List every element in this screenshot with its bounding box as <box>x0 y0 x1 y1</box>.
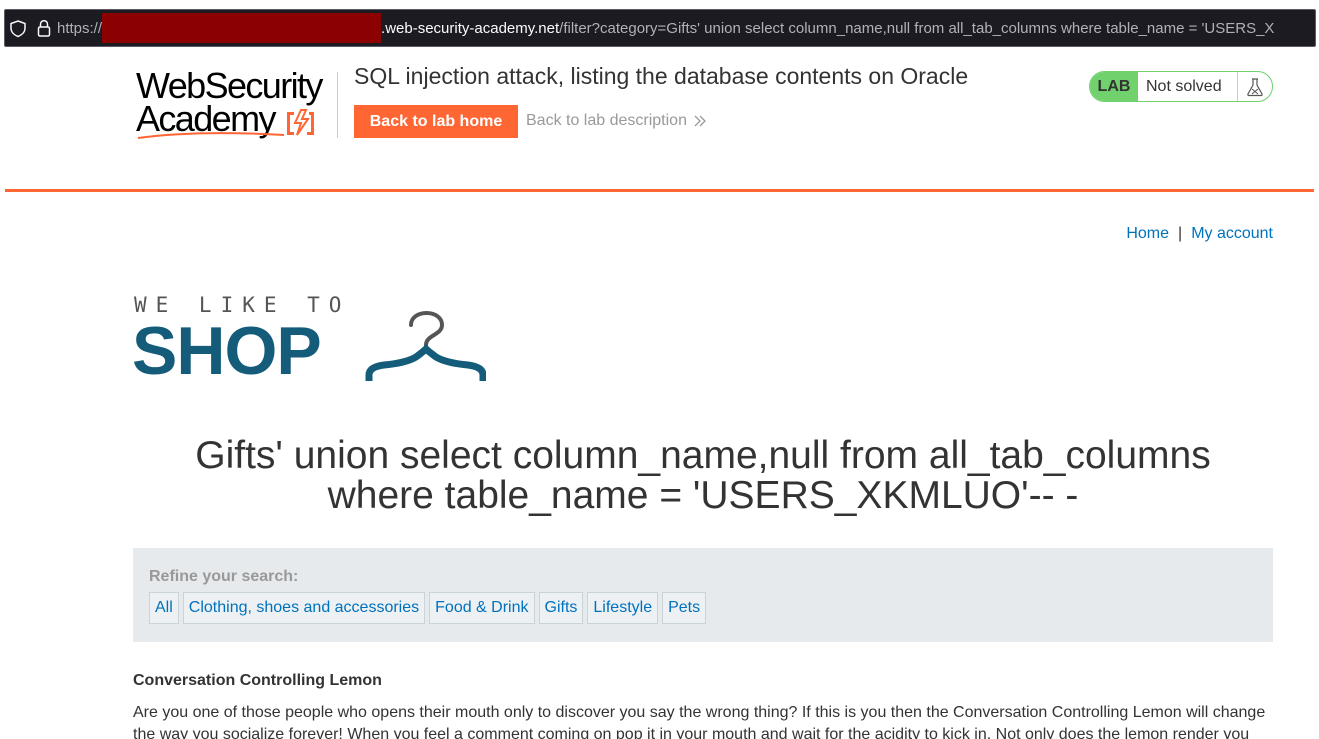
home-link[interactable]: Home <box>1126 225 1169 242</box>
clothes-hanger-icon <box>365 311 486 381</box>
lightning-bolt-icon <box>287 109 314 136</box>
category-heading-line-1: Gifts' union select column_name,null fro… <box>195 434 1211 477</box>
double-chevron-right-icon <box>694 115 706 127</box>
header-divider <box>337 72 338 138</box>
category-food-drink[interactable]: Food & Drink <box>429 592 535 624</box>
shop-logo[interactable]: WE LIKE TO SHOP <box>132 293 492 389</box>
url-scheme: https:// <box>57 19 103 37</box>
lock-icon[interactable] <box>31 10 57 46</box>
browser-url-bar[interactable]: https:// .web-security-academy.net /filt… <box>4 9 1316 47</box>
back-to-lab-home-button[interactable]: Back to lab home <box>354 105 518 138</box>
flask-icon <box>1237 72 1272 101</box>
shop-logo-word: SHOP <box>132 313 322 389</box>
category-pets[interactable]: Pets <box>662 592 707 624</box>
my-account-link[interactable]: My account <box>1191 225 1273 242</box>
category-all[interactable]: All <box>149 592 179 624</box>
url-text[interactable]: https:// .web-security-academy.net /filt… <box>57 13 1274 43</box>
category-filter: Refine your search: All Clothing, shoes … <box>133 548 1273 642</box>
category-gifts[interactable]: Gifts <box>538 592 584 624</box>
product-description: Are you one of those people who opens th… <box>133 704 1266 739</box>
refine-search-label: Refine your search: <box>149 568 299 585</box>
product-title: Conversation Controlling Lemon <box>133 672 382 689</box>
shield-icon[interactable] <box>5 10 31 46</box>
lab-title: SQL injection attack, listing the databa… <box>354 63 969 89</box>
category-heading-line-2: where table_name = 'USERS_XKMLUO'-- - <box>327 474 1079 517</box>
lab-status-text: Not solved <box>1146 77 1222 95</box>
back-to-lab-description-link[interactable]: Back to lab description <box>526 112 707 130</box>
header-orange-rule <box>5 189 1314 192</box>
url-path: /filter?category=Gifts' union select col… <box>559 19 1275 37</box>
lab-status-widget: LAB Not solved <box>1089 71 1273 102</box>
category-list: All Clothing, shoes and accessories Food… <box>149 592 707 624</box>
category-lifestyle[interactable]: Lifestyle <box>587 592 659 624</box>
nav-separator: | <box>1178 225 1183 242</box>
redacted-subdomain <box>102 13 382 43</box>
shop-top-nav: Home | My account <box>1126 225 1273 243</box>
lab-badge: LAB <box>1090 72 1138 101</box>
category-clothing[interactable]: Clothing, shoes and accessories <box>182 592 426 624</box>
logo-swoosh-icon <box>137 132 285 139</box>
web-security-academy-logo[interactable]: WebSecurity Academy <box>136 68 336 142</box>
category-heading: Gifts' union select column_name,null fro… <box>133 436 1273 516</box>
url-host: .web-security-academy.net <box>381 19 560 37</box>
back-to-lab-description-label: Back to lab description <box>526 112 687 129</box>
